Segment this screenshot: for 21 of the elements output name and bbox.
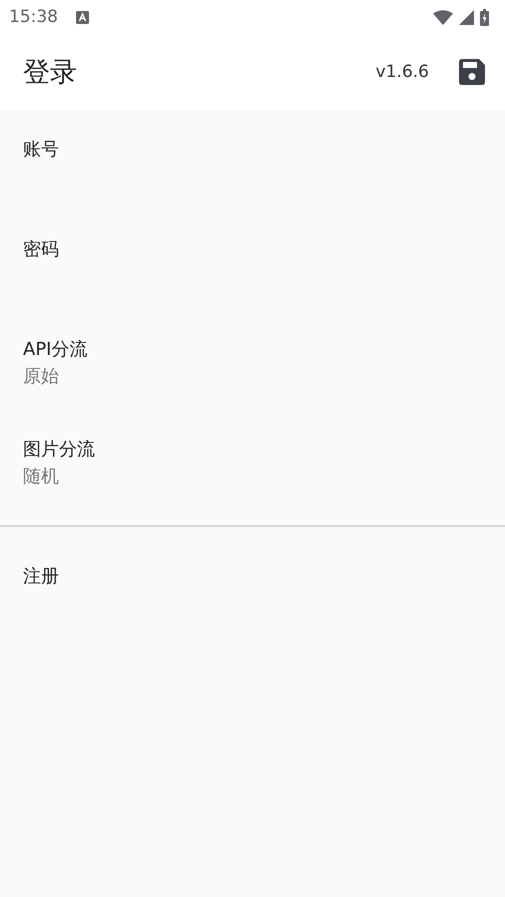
save-icon bbox=[459, 59, 485, 85]
preference-title: 密码 bbox=[23, 238, 60, 262]
notification-icon bbox=[76, 10, 89, 24]
version-label: v1.6.6 bbox=[376, 62, 429, 82]
preference-title: 图片分流 bbox=[23, 438, 96, 462]
status-time: 15:38 bbox=[9, 7, 58, 27]
preference-summary: 随机 bbox=[23, 465, 60, 489]
wifi-icon bbox=[433, 10, 453, 24]
page-title: 登录 bbox=[23, 56, 77, 90]
battery-icon bbox=[480, 8, 489, 26]
register-item[interactable]: 注册 bbox=[0, 527, 505, 627]
signal-icon bbox=[459, 10, 474, 24]
preference-title: 账号 bbox=[23, 138, 60, 162]
preference-item[interactable]: 密码 bbox=[0, 210, 505, 310]
preference-item[interactable]: API分流 原始 bbox=[0, 310, 505, 410]
preference-summary: 原始 bbox=[23, 365, 60, 389]
preference-item[interactable]: 图片分流 随机 bbox=[0, 410, 505, 510]
save-button[interactable] bbox=[459, 59, 485, 85]
preference-title: API分流 bbox=[23, 338, 88, 362]
preference-item[interactable]: 账号 bbox=[0, 110, 505, 210]
preference-title: 注册 bbox=[23, 565, 60, 589]
